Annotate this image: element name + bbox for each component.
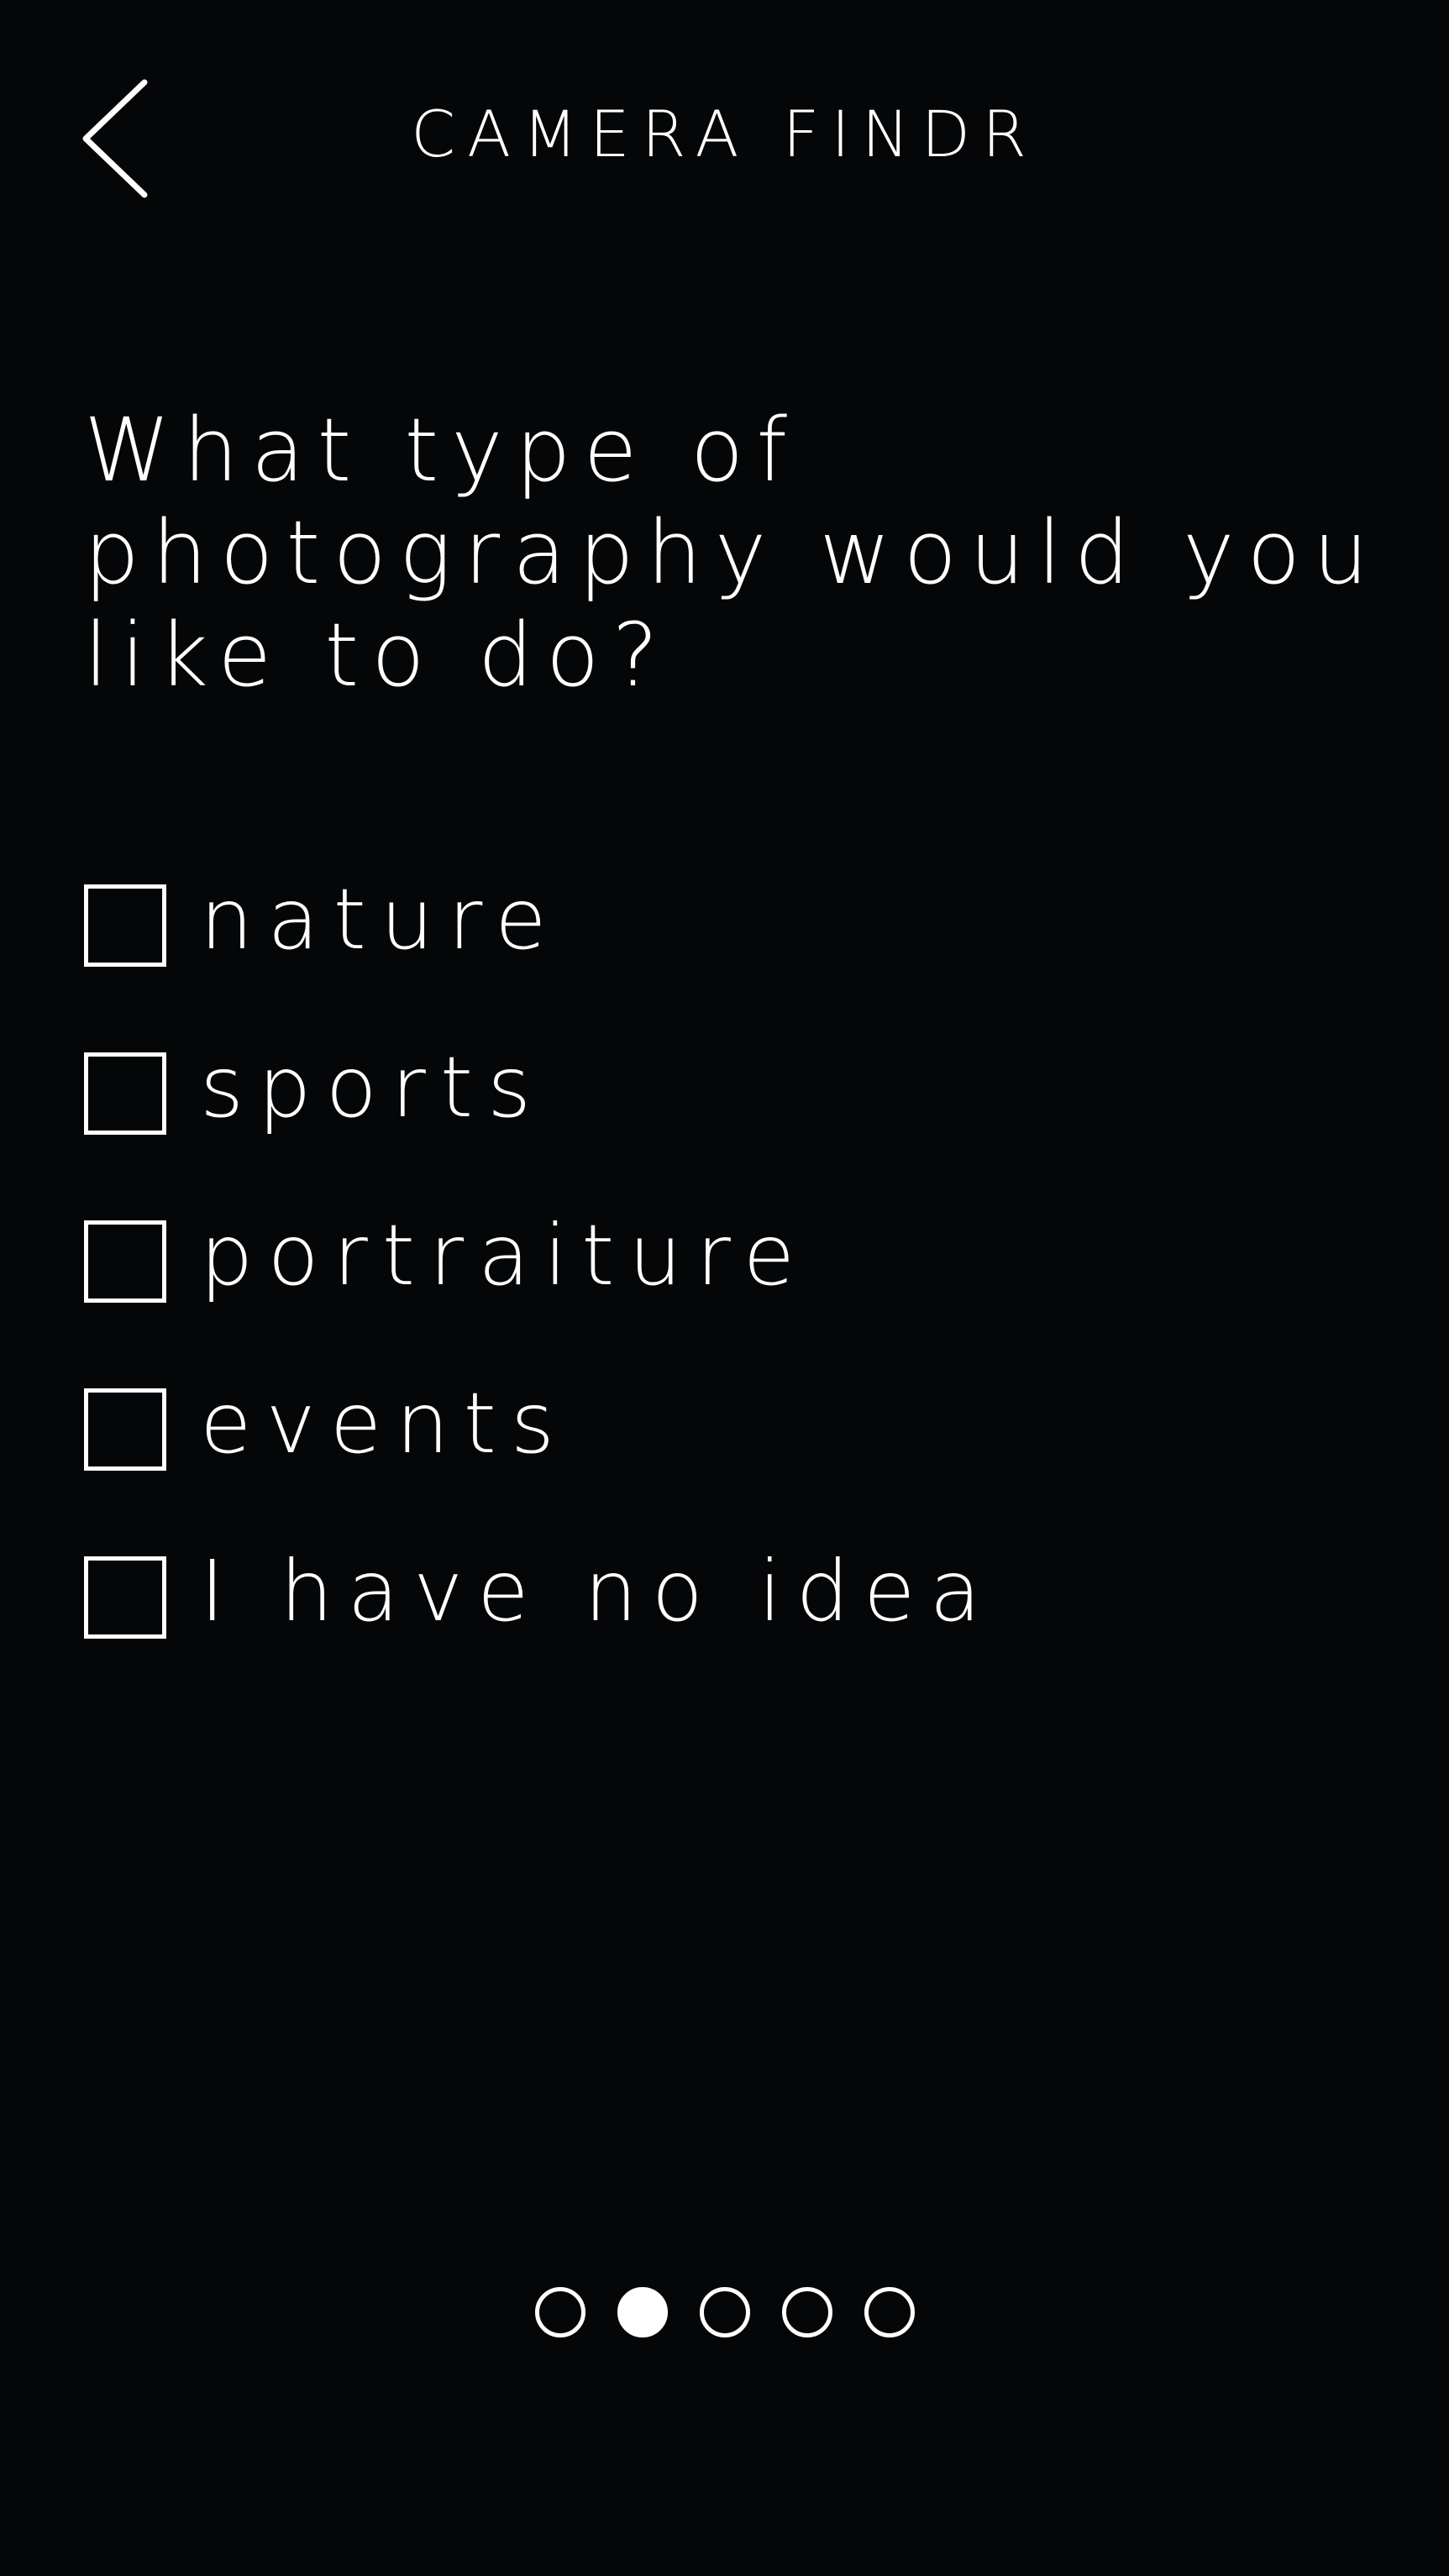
option-sports[interactable]: sports <box>84 1004 1394 1172</box>
page-dot-3[interactable] <box>699 2287 750 2337</box>
question-text: What type of photography would you like … <box>84 399 1382 706</box>
photography-type-options: nature sports portraiture events I have … <box>84 836 1394 1676</box>
option-label: portraiture <box>200 1206 810 1304</box>
option-label: nature <box>200 870 561 968</box>
checkbox[interactable] <box>84 1388 166 1471</box>
checkbox[interactable] <box>84 884 166 967</box>
option-label: I have no idea <box>200 1542 995 1640</box>
camera-findr-screen: CAMERA FINDR What type of photography wo… <box>0 0 1449 2576</box>
page-indicator <box>0 2283 1449 2342</box>
checkbox[interactable] <box>84 1556 166 1639</box>
option-portraiture[interactable]: portraiture <box>84 1172 1394 1340</box>
checkbox[interactable] <box>84 1220 166 1303</box>
page-dot-5[interactable] <box>864 2287 915 2337</box>
page-dot-1[interactable] <box>534 2287 585 2337</box>
option-nature[interactable]: nature <box>84 836 1394 1004</box>
option-label: events <box>200 1374 569 1472</box>
page-dot-2[interactable] <box>617 2287 668 2337</box>
checkbox[interactable] <box>84 1052 166 1135</box>
option-no-idea[interactable]: I have no idea <box>84 1508 1394 1676</box>
option-events[interactable]: events <box>84 1340 1394 1508</box>
app-title: CAMERA FINDR <box>411 97 1038 171</box>
option-label: sports <box>200 1038 546 1136</box>
page-dot-4[interactable] <box>781 2287 832 2337</box>
